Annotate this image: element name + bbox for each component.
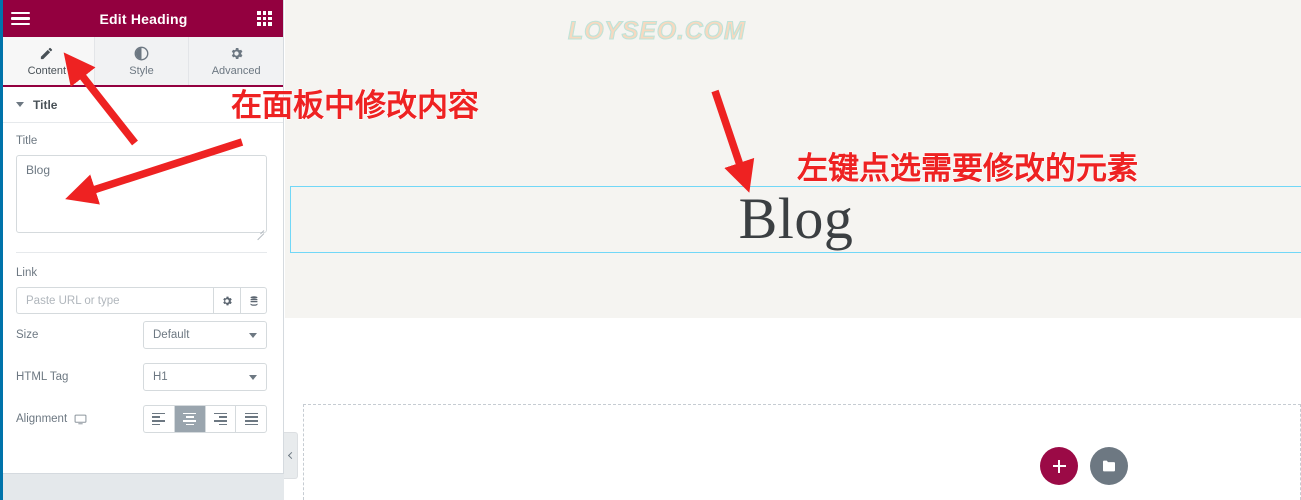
tab-content[interactable]: Content (0, 37, 95, 85)
pencil-icon (39, 45, 54, 61)
tab-style[interactable]: Style (95, 37, 190, 85)
html-tag-value: H1 (153, 371, 168, 383)
hamburger-icon[interactable] (11, 11, 30, 26)
alignment-row: Alignment (16, 398, 267, 440)
link-field-label: Link (16, 267, 38, 279)
gear-icon (223, 296, 232, 305)
panel-footer (0, 473, 284, 500)
desktop-icon[interactable] (74, 413, 87, 426)
hero-section (285, 0, 1301, 318)
chevron-left-icon (287, 451, 296, 460)
annotation-panel-note: 在面板中修改内容 (231, 88, 480, 125)
alignment-label-wrap: Alignment (16, 413, 143, 426)
panel-title: Edit Heading (99, 10, 188, 27)
add-template-button[interactable] (1090, 447, 1128, 485)
controls-area: Title Link (0, 123, 283, 440)
selected-heading-widget[interactable]: Blog (290, 186, 1301, 253)
add-section-button[interactable] (1040, 447, 1078, 485)
folder-icon (1103, 460, 1115, 472)
preview-canvas: Blog (285, 0, 1301, 500)
panel-header: Edit Heading (0, 0, 283, 37)
tab-advanced-label: Advanced (211, 65, 261, 77)
chevron-down-icon (16, 102, 24, 107)
heading-text: Blog (738, 186, 854, 251)
chevron-down-icon (249, 332, 257, 338)
gear-icon (229, 45, 244, 61)
empty-section-placeholder[interactable] (303, 404, 1301, 500)
html-tag-row: HTML Tag H1 (16, 356, 267, 398)
contrast-icon (134, 45, 149, 61)
plus-icon (1052, 459, 1066, 473)
dynamic-tags-icon (250, 295, 257, 306)
link-row (16, 287, 267, 314)
editor-panel: Edit Heading Content Style Advanced Titl… (0, 0, 284, 500)
size-select[interactable]: Default (143, 321, 267, 349)
size-label: Size (16, 329, 39, 341)
grid-icon[interactable] (257, 11, 272, 26)
align-right-button[interactable] (204, 405, 236, 433)
editor-screen: Edit Heading Content Style Advanced Titl… (0, 0, 1301, 500)
html-tag-select[interactable]: H1 (143, 363, 267, 391)
watermark: LOYSEO.COM (567, 16, 746, 45)
title-textarea-wrap (16, 155, 267, 241)
title-field-label: Title (16, 135, 38, 147)
size-row: Size Default (16, 314, 267, 356)
title-input[interactable] (16, 155, 267, 233)
align-left-button[interactable] (143, 405, 174, 433)
wp-admin-strip (0, 0, 3, 500)
chevron-down-icon (249, 374, 257, 380)
alignment-buttons (143, 405, 267, 433)
tab-style-label: Style (129, 65, 154, 77)
alignment-label: Alignment (16, 413, 68, 425)
html-tag-label: HTML Tag (16, 371, 69, 383)
section-title-label: Title (33, 97, 58, 112)
link-input[interactable] (16, 287, 213, 314)
tab-advanced[interactable]: Advanced (189, 37, 283, 85)
align-center-button[interactable] (173, 405, 205, 433)
link-options-button[interactable] (213, 287, 240, 314)
align-justify-button[interactable] (235, 405, 267, 433)
dynamic-tags-button[interactable] (240, 287, 267, 314)
panel-collapse-handle[interactable] (284, 432, 298, 479)
size-value: Default (153, 329, 190, 341)
annotation-canvas-note: 左键点选需要修改的元素 (797, 151, 1139, 188)
tab-content-label: Content (27, 65, 67, 77)
